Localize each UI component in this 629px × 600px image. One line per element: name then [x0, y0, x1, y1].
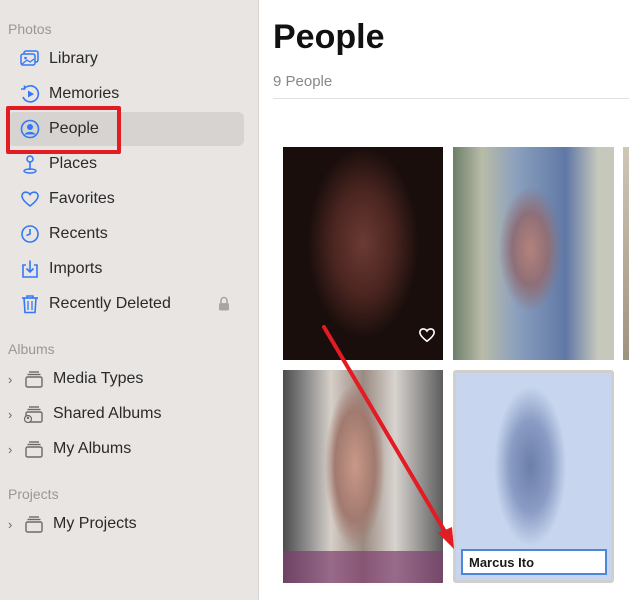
import-icon [20, 259, 40, 279]
shared-album-icon [24, 404, 44, 424]
people-count: 9 People [273, 73, 333, 90]
divider [273, 98, 629, 99]
sidebar-item-label: My Albums [53, 440, 132, 457]
sidebar-item-label: Memories [49, 85, 120, 102]
sidebar-item-label: Recents [49, 225, 108, 242]
sidebar-item-label: Media Types [53, 370, 144, 387]
sidebar-item-label: Library [49, 50, 98, 67]
section-title-photos: Photos [8, 21, 52, 37]
chevron-right-icon[interactable]: › [8, 372, 18, 387]
person-tile-5-selected[interactable] [453, 370, 614, 583]
clock-icon [20, 224, 40, 244]
memories-icon [20, 84, 40, 104]
sidebar: Photos Library Memories People Places Fa… [0, 0, 259, 600]
trash-icon [20, 294, 40, 314]
person-tile-4[interactable] [283, 370, 443, 583]
sidebar-item-label: Places [49, 155, 98, 172]
album-stack-icon [24, 369, 44, 389]
section-title-albums: Albums [8, 341, 55, 357]
album-stack-icon [24, 514, 44, 534]
album-stack-icon [24, 439, 44, 459]
page-title: People [273, 18, 385, 56]
sidebar-item-label: Favorites [49, 190, 115, 207]
sidebar-item-recents[interactable]: Recents [8, 217, 244, 251]
main-content: People 9 People [259, 0, 629, 600]
section-title-projects: Projects [8, 486, 59, 502]
places-icon [20, 154, 40, 174]
sidebar-item-library[interactable]: Library [8, 42, 244, 76]
photo-detail [283, 551, 443, 583]
sidebar-item-label: My Projects [53, 515, 137, 532]
sidebar-item-label: Imports [49, 260, 103, 277]
person-name-input[interactable] [461, 549, 607, 575]
chevron-right-icon[interactable]: › [8, 407, 18, 422]
person-tile-3-partial[interactable] [623, 147, 629, 360]
favorite-heart-icon[interactable] [418, 327, 436, 348]
heart-icon [20, 189, 40, 209]
sidebar-item-label: Recently Deleted [49, 295, 171, 312]
sidebar-item-media-types[interactable]: › Media Types [8, 362, 244, 396]
lock-icon [218, 296, 230, 316]
sidebar-item-imports[interactable]: Imports [8, 252, 244, 286]
library-icon [20, 49, 40, 69]
sidebar-item-my-projects[interactable]: › My Projects [8, 507, 244, 541]
sidebar-item-my-albums[interactable]: › My Albums [8, 432, 244, 466]
chevron-right-icon[interactable]: › [8, 442, 18, 457]
sidebar-item-label: Shared Albums [53, 405, 162, 422]
chevron-right-icon[interactable]: › [8, 517, 18, 532]
sidebar-item-shared-albums[interactable]: › Shared Albums [8, 397, 244, 431]
annotation-highlight-box [6, 106, 121, 154]
person-tile-2[interactable] [453, 147, 614, 360]
person-tile-1[interactable] [283, 147, 443, 360]
sidebar-item-favorites[interactable]: Favorites [8, 182, 244, 216]
sidebar-item-recently-deleted[interactable]: Recently Deleted [8, 287, 244, 321]
